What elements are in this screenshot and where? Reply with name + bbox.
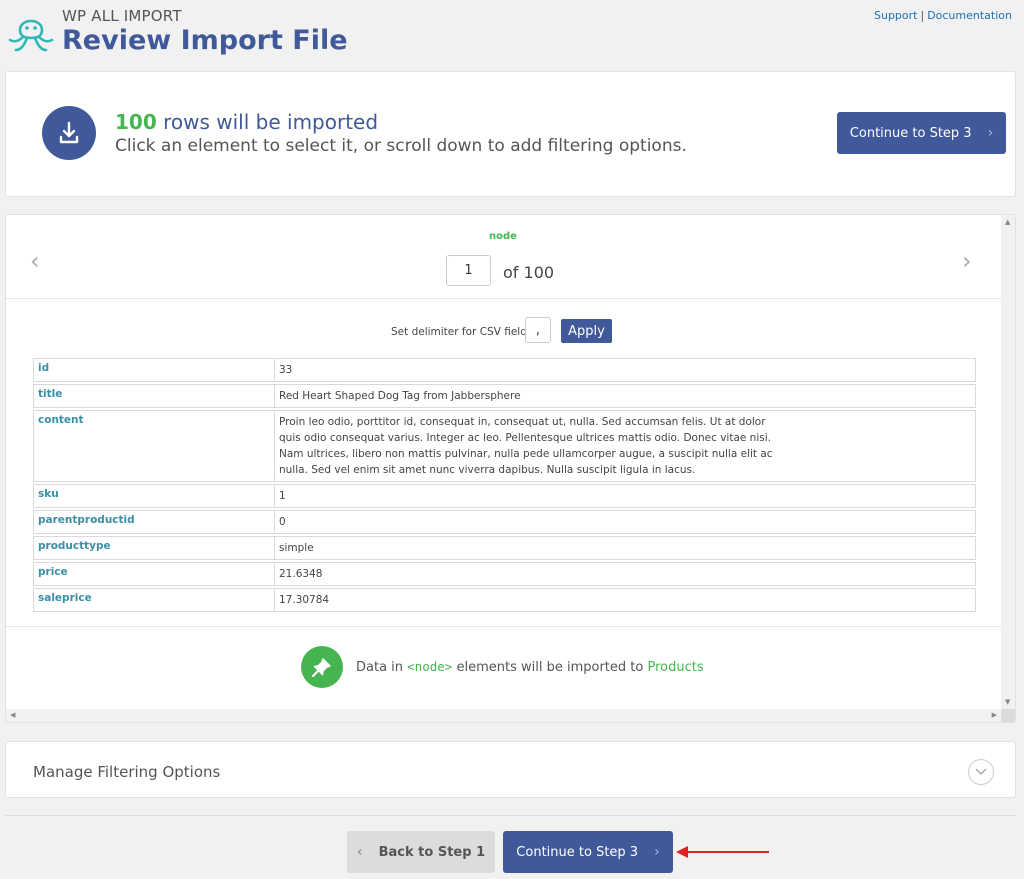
field-key[interactable]: saleprice [34, 589, 275, 611]
scrollbar-corner [1001, 709, 1015, 722]
octopus-logo-icon [8, 19, 54, 52]
table-row[interactable]: price 21.6348 [33, 562, 976, 586]
table-row[interactable]: id 33 [33, 358, 976, 382]
back-step1-button[interactable]: ‹ Back to Step 1 [347, 831, 495, 873]
chevron-right-icon: › [654, 844, 660, 860]
page-title: Review Import File [62, 25, 348, 56]
import-summary-panel: 100 rows will be imported Click an eleme… [5, 71, 1016, 197]
continue-button-label: Continue to Step 3 [516, 844, 639, 860]
chevron-left-icon: ‹ [356, 844, 363, 860]
continue-button-label: Continue to Step 3 [849, 125, 972, 141]
apply-delimiter-button[interactable]: Apply [561, 319, 612, 343]
field-key[interactable]: title [34, 385, 275, 407]
table-row[interactable]: content Proin leo odio, porttitor id, co… [33, 410, 976, 482]
field-value[interactable]: simple [275, 537, 975, 559]
link-separator: | [920, 9, 925, 22]
field-value[interactable]: Red Heart Shaped Dog Tag from Jabbersphe… [275, 385, 975, 407]
chevron-down-icon[interactable] [968, 759, 994, 785]
import-target-note: Data in <node> elements will be imported… [356, 659, 704, 675]
back-button-label: Back to Step 1 [378, 844, 486, 860]
field-key[interactable]: parentproductid [34, 511, 275, 533]
table-row[interactable]: parentproductid 0 [33, 510, 976, 534]
divider [6, 626, 1002, 627]
brand-name: WP ALL IMPORT [62, 7, 182, 25]
previous-record-arrow-icon[interactable]: ‹ [30, 247, 40, 275]
node-name-label: node [489, 231, 517, 242]
node-element-tag: <node> [407, 659, 453, 674]
documentation-link[interactable]: Documentation [927, 9, 1012, 22]
filtering-options-title[interactable]: Manage Filtering Options [33, 763, 220, 781]
continue-step3-button-bottom[interactable]: Continue to Step 3 › [503, 831, 673, 873]
rows-count: 100 [115, 110, 157, 134]
help-links: Support | Documentation [874, 9, 1012, 22]
divider [6, 298, 1002, 299]
continue-step3-button-top[interactable]: Continue to Step 3 › [837, 112, 1006, 154]
table-row[interactable]: saleprice 17.30784 [33, 588, 976, 612]
annotation-arrow-icon [676, 846, 769, 858]
scroll-down-icon[interactable]: ▼ [1005, 698, 1010, 706]
field-value[interactable]: 1 [275, 485, 975, 507]
next-record-arrow-icon[interactable]: › [962, 247, 972, 275]
download-icon [42, 106, 96, 160]
field-value[interactable]: 17.30784 [275, 589, 975, 611]
field-key[interactable]: producttype [34, 537, 275, 559]
vertical-scrollbar[interactable]: ▲ ▼ [1001, 215, 1015, 709]
import-target: Products [647, 660, 704, 675]
delimiter-input[interactable]: , [525, 317, 551, 343]
filtering-options-panel[interactable]: Manage Filtering Options [5, 741, 1016, 798]
pin-icon [301, 646, 343, 688]
delimiter-label: Set delimiter for CSV fields: [391, 326, 536, 338]
table-row[interactable]: title Red Heart Shaped Dog Tag from Jabb… [33, 384, 976, 408]
field-key[interactable]: id [34, 359, 275, 381]
table-row[interactable]: sku 1 [33, 484, 976, 508]
record-total: of 100 [503, 263, 555, 282]
rows-count-label: rows will be imported [163, 110, 379, 134]
field-key[interactable]: price [34, 563, 275, 585]
record-number-input[interactable]: 1 [446, 255, 491, 286]
field-key[interactable]: sku [34, 485, 275, 507]
field-key[interactable]: content [34, 411, 275, 481]
field-value[interactable]: Proin leo odio, porttitor id, consequat … [275, 411, 975, 481]
note-middle: elements will be imported to [456, 660, 644, 675]
record-preview-panel: node ‹ › 1 of 100 Set delimiter for CSV … [5, 214, 1016, 723]
divider [5, 815, 1016, 816]
rows-count-heading: 100 rows will be imported [115, 110, 378, 134]
chevron-right-icon: › [987, 125, 994, 141]
horizontal-scrollbar[interactable]: ◀ ▶ [6, 709, 1001, 722]
note-prefix: Data in [356, 660, 404, 675]
summary-instructions: Click an element to select it, or scroll… [115, 136, 687, 156]
record-table: id 33 title Red Heart Shaped Dog Tag fro… [33, 358, 976, 614]
scroll-right-icon[interactable]: ▶ [992, 711, 997, 719]
support-link[interactable]: Support [874, 9, 917, 22]
field-value[interactable]: 33 [275, 359, 975, 381]
field-value[interactable]: 21.6348 [275, 563, 975, 585]
scroll-left-icon[interactable]: ◀ [10, 711, 15, 719]
table-row[interactable]: producttype simple [33, 536, 976, 560]
field-value[interactable]: 0 [275, 511, 975, 533]
scroll-up-icon[interactable]: ▲ [1005, 218, 1010, 226]
